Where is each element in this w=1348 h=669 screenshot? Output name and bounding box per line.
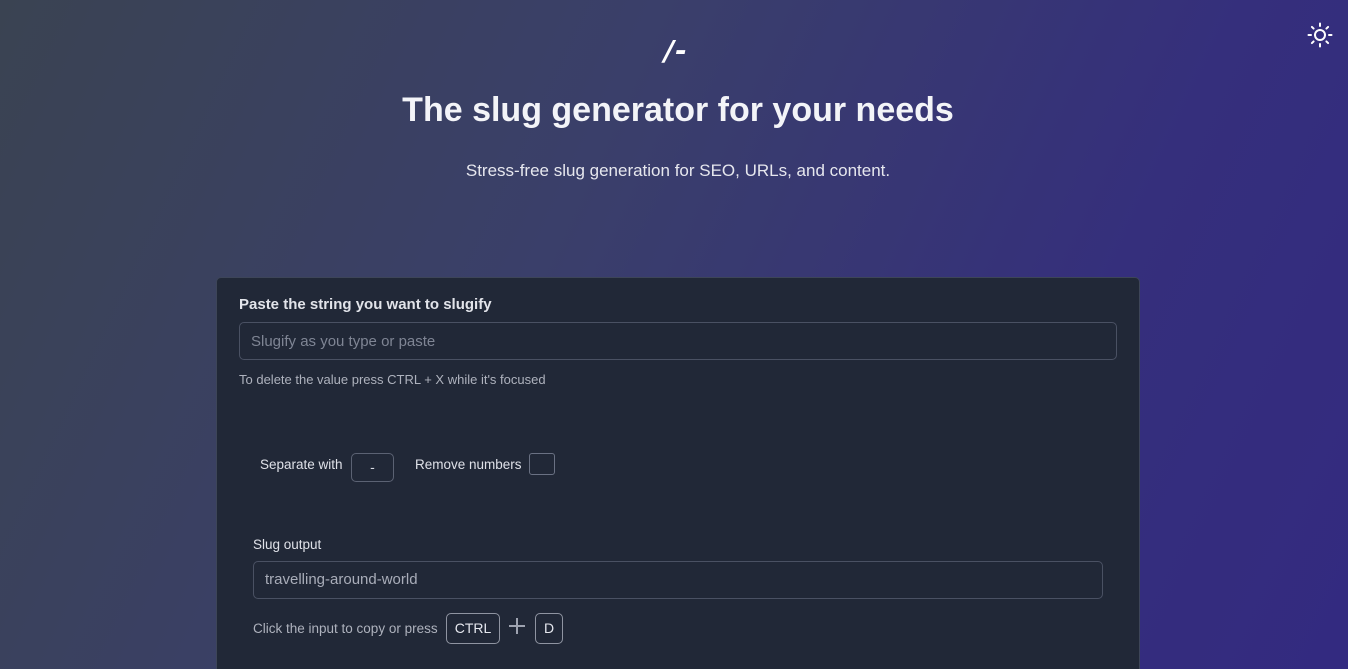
ctrl-key: CTRL: [446, 613, 500, 644]
page-title: The slug generator for your needs: [402, 91, 954, 129]
remove-numbers-checkbox[interactable]: [529, 453, 555, 475]
sun-icon: [1307, 22, 1333, 48]
output-label: Slug output: [253, 537, 322, 552]
separator-input[interactable]: -: [351, 453, 394, 482]
separator-label: Separate with: [260, 457, 343, 472]
page-subtitle: Stress-free slug generation for SEO, URL…: [465, 161, 891, 180]
slugify-card: Paste the string you want to slugify To …: [216, 277, 1140, 669]
delete-hint: To delete the value press CTRL + X while…: [239, 372, 546, 387]
remove-numbers-label: Remove numbers: [415, 457, 522, 472]
theme-toggle-button[interactable]: [1307, 22, 1333, 48]
plus-icon: [509, 618, 525, 634]
slug-output-field[interactable]: travelling-around-world: [253, 561, 1103, 599]
copy-hint: Click the input to copy or press: [253, 621, 438, 636]
d-key: D: [535, 613, 563, 644]
slugify-input[interactable]: [239, 322, 1117, 360]
input-label: Paste the string you want to slugify: [239, 296, 492, 313]
logo: /-: [664, 34, 688, 67]
